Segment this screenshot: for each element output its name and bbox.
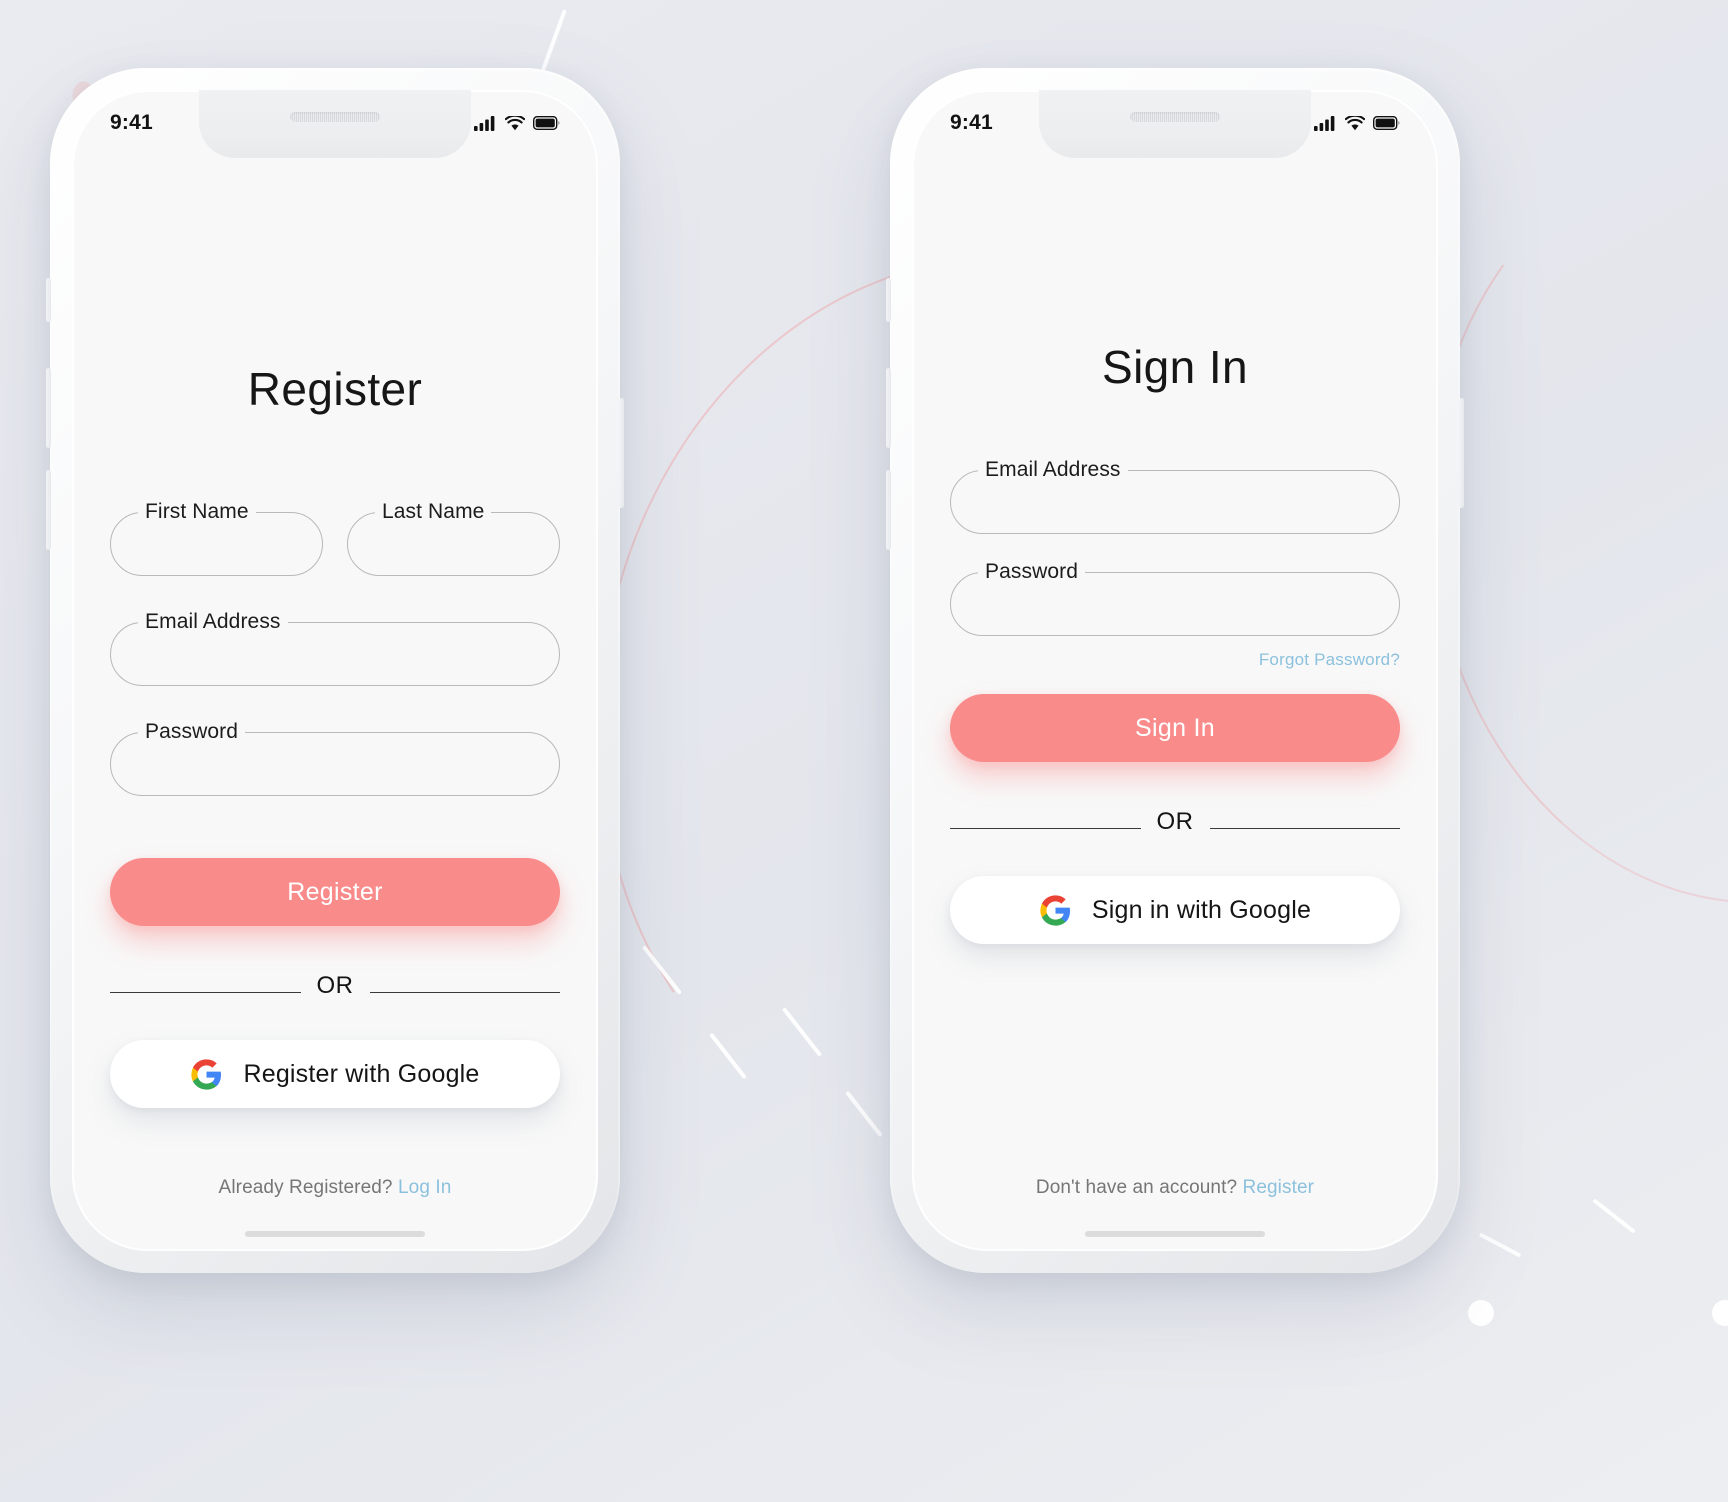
diagonal-dash-decoration bbox=[1478, 1232, 1522, 1258]
password-input[interactable] bbox=[950, 572, 1400, 636]
status-bar: 9:41 bbox=[912, 90, 1438, 152]
phone-side-button bbox=[886, 470, 891, 550]
page-title-sign-in: Sign In bbox=[1101, 341, 1248, 393]
cellular-signal-icon bbox=[474, 116, 495, 131]
phone-side-button bbox=[886, 278, 891, 322]
cellular-signal-icon bbox=[1314, 116, 1335, 131]
phone-side-button bbox=[46, 470, 51, 550]
footer-register: Already Registered? Log In bbox=[72, 1177, 598, 1199]
or-divider-line-left bbox=[950, 827, 1141, 830]
register-button[interactable]: Register bbox=[110, 858, 560, 926]
wifi-icon bbox=[1345, 115, 1365, 130]
diagonal-dash-decoration bbox=[1592, 1198, 1636, 1234]
status-bar-time: 9:41 bbox=[950, 111, 993, 134]
diagonal-dash-decoration bbox=[845, 1090, 883, 1138]
phone-side-button bbox=[46, 368, 51, 448]
password-input[interactable] bbox=[110, 732, 560, 796]
log-in-link[interactable]: Log In bbox=[398, 1177, 451, 1198]
wifi-icon bbox=[505, 115, 525, 130]
status-bar-icons bbox=[1314, 115, 1400, 131]
name-fields-row: First Name Last Name bbox=[110, 499, 560, 576]
register-screen-content: Register First Name Last Name Email Addr… bbox=[72, 152, 598, 1251]
field-first-name: First Name bbox=[110, 499, 323, 576]
field-last-name: Last Name bbox=[347, 499, 560, 576]
battery-icon bbox=[533, 116, 560, 130]
battery-icon bbox=[1373, 116, 1400, 130]
field-email-address: Email Address bbox=[110, 609, 560, 686]
google-g-icon bbox=[191, 1058, 222, 1090]
phone-side-button bbox=[46, 278, 51, 322]
diagonal-dash-decoration bbox=[641, 945, 683, 995]
home-indicator bbox=[245, 1231, 425, 1237]
footer-sign-in: Don't have an account? Register bbox=[912, 1177, 1438, 1199]
sign-in-with-google-button[interactable]: Sign in with Google bbox=[950, 876, 1400, 944]
register-with-google-label: Register with Google bbox=[243, 1059, 480, 1088]
register-with-google-button[interactable]: Register with Google bbox=[110, 1040, 560, 1108]
diagonal-dash-decoration bbox=[541, 9, 567, 71]
or-divider-text: OR bbox=[316, 972, 354, 999]
register-link[interactable]: Register bbox=[1243, 1177, 1315, 1198]
phone-mockup-sign-in: 9:41 Sign In Email Address Password Forg… bbox=[886, 68, 1464, 1273]
or-divider-text: OR bbox=[1156, 808, 1194, 835]
phone-mockup-register: 9:41 Register First Name Last Name Email… bbox=[46, 68, 624, 1273]
white-dot-decoration bbox=[1712, 1300, 1728, 1326]
or-divider-line-left bbox=[110, 991, 301, 994]
phone-power-button bbox=[619, 398, 624, 508]
sign-in-with-google-label: Sign in with Google bbox=[1091, 895, 1312, 924]
field-password: Password bbox=[110, 719, 560, 796]
email-address-input[interactable] bbox=[110, 622, 560, 686]
forgot-password-link[interactable]: Forgot Password? bbox=[950, 650, 1400, 670]
field-email-address: Email Address bbox=[950, 457, 1400, 534]
last-name-input[interactable] bbox=[347, 512, 560, 576]
home-indicator bbox=[1085, 1231, 1265, 1237]
field-password: Password bbox=[950, 559, 1400, 636]
status-bar-time: 9:41 bbox=[110, 111, 153, 134]
white-dot-decoration bbox=[1468, 1300, 1494, 1326]
status-bar: 9:41 bbox=[72, 90, 598, 152]
phone-side-button bbox=[886, 368, 891, 448]
email-address-input[interactable] bbox=[950, 470, 1400, 534]
or-divider: OR bbox=[110, 972, 560, 1000]
phone-screen-sign-in: 9:41 Sign In Email Address Password Forg… bbox=[912, 90, 1438, 1251]
first-name-input[interactable] bbox=[110, 512, 323, 576]
diagonal-dash-decoration bbox=[781, 1007, 823, 1057]
status-bar-icons bbox=[474, 115, 560, 131]
page-title-register: Register bbox=[247, 363, 423, 415]
design-canvas: 9:41 Register First Name Last Name Email… bbox=[0, 0, 1728, 1502]
google-g-icon bbox=[1040, 894, 1070, 926]
phone-screen-register: 9:41 Register First Name Last Name Email… bbox=[72, 90, 598, 1251]
diagonal-dash-decoration bbox=[709, 1032, 747, 1080]
phone-power-button bbox=[1459, 398, 1464, 508]
or-divider: OR bbox=[950, 808, 1400, 836]
or-divider-line-right bbox=[369, 991, 560, 994]
or-divider-line-right bbox=[1209, 827, 1400, 830]
sign-in-screen-content: Sign In Email Address Password Forgot Pa… bbox=[912, 152, 1438, 1251]
footer-text: Don't have an account? bbox=[1035, 1177, 1238, 1198]
footer-text: Already Registered? bbox=[218, 1177, 393, 1198]
sign-in-button[interactable]: Sign In bbox=[950, 694, 1400, 762]
